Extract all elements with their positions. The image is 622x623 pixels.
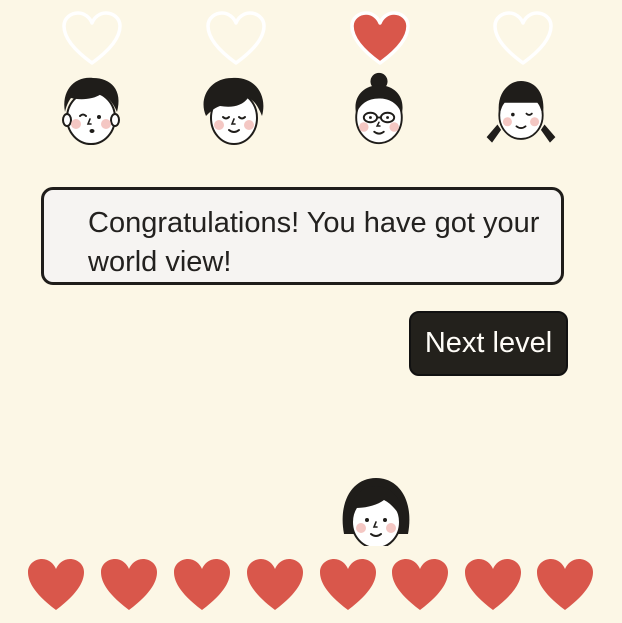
heart-life-icon [320,559,376,610]
heart-life-icon [247,559,303,610]
heart-outline-icon [206,11,266,65]
heart-outline-icon [493,11,553,65]
girl-face[interactable] [483,72,559,148]
heart-life-icon [537,559,593,610]
heart-filled-icon [350,11,410,65]
message-box: Congratulations! You have got your world… [41,187,564,285]
heart-life-icon [465,559,521,610]
father-face[interactable] [53,72,129,148]
heart-life-icon [174,559,230,610]
grandma-face[interactable] [341,70,417,146]
heart-life-icon [101,559,157,610]
mother-face[interactable] [196,72,272,148]
heart-life-icon [28,559,84,610]
player-face[interactable] [336,472,416,552]
next-level-button[interactable]: Next level [409,311,568,376]
heart-outline-icon [62,11,122,65]
message-text: Congratulations! You have got your world… [88,207,540,278]
heart-life-icon [392,559,448,610]
